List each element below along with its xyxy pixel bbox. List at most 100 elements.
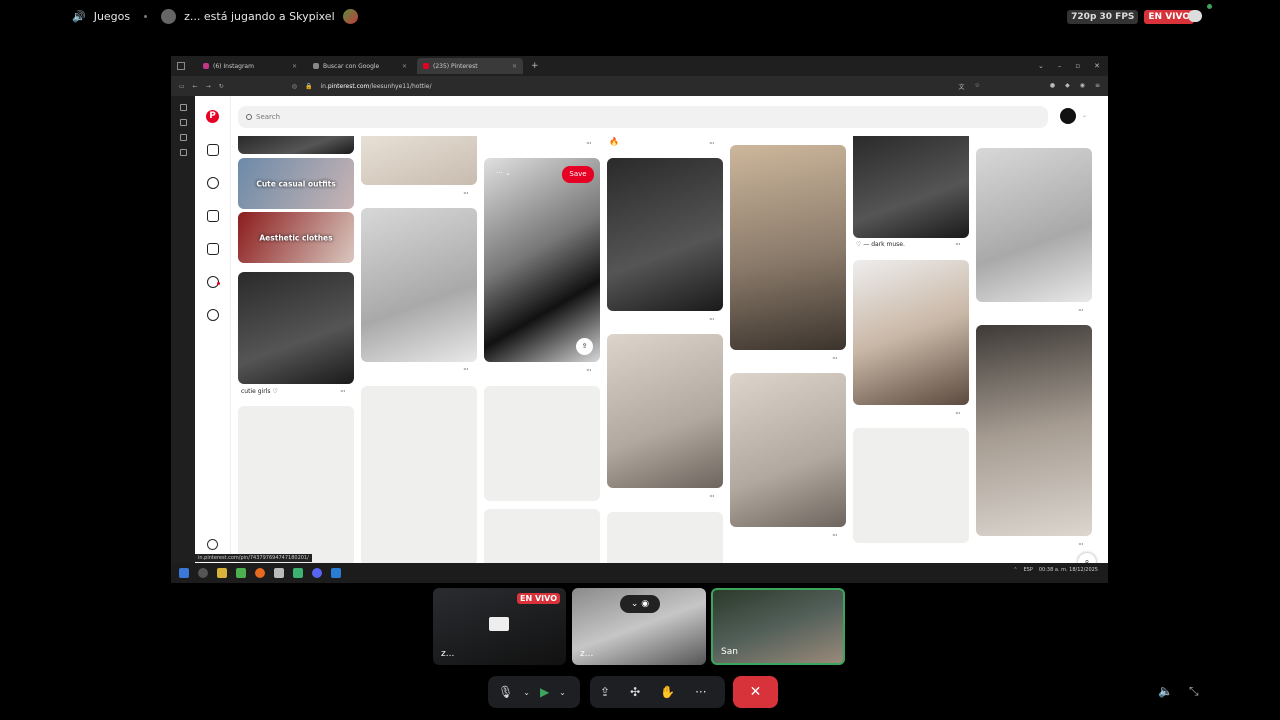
disconnect-button[interactable]: ✕ [733,676,778,708]
section-label[interactable]: Juegos [94,10,130,23]
pin-image[interactable] [607,158,723,311]
more-options-icon[interactable]: ··· [463,365,469,374]
maximize-icon[interactable]: ▫ [1075,62,1080,70]
reload-icon[interactable]: ↻ [219,83,224,90]
fullscreen-exit-icon[interactable]: ⤡ [1189,684,1199,699]
menu-icon[interactable]: ≡ [1095,82,1100,91]
sidebar-bookmark-icon[interactable] [179,149,187,156]
word-icon[interactable] [331,568,341,578]
minimize-icon[interactable]: – [1058,62,1062,70]
chevron-down-icon[interactable]: ⌄ [559,688,566,697]
search-icon[interactable] [198,568,208,578]
more-options-icon[interactable]: ··· [832,531,838,540]
pin-image[interactable] [976,325,1092,536]
close-window-icon[interactable]: ✕ [1094,62,1100,70]
chevron-down-icon[interactable]: ⌄ [1038,62,1044,70]
sidebar-ai-icon[interactable] [179,104,187,111]
more-options-icon[interactable]: ··· [340,387,346,396]
pin-image[interactable] [361,136,477,185]
firefox-icon[interactable] [255,568,265,578]
more-options-icon[interactable]: ··· [586,139,592,148]
pin-image[interactable] [238,136,354,154]
tab-instagram[interactable]: (6) Instagram ✕ [197,58,303,74]
discord-icon[interactable] [312,568,322,578]
pin-image[interactable] [976,148,1092,302]
sidebar-wallet-icon[interactable] [179,119,187,126]
participant-tile-speaking[interactable]: San [711,588,845,665]
more-options-icon[interactable]: ··· [463,189,469,198]
minecraft-icon[interactable] [293,568,303,578]
settings-icon[interactable] [207,539,218,550]
more-options-icon[interactable]: ··· [1078,540,1084,549]
search-input[interactable]: Search [238,106,1048,128]
xbox-icon[interactable] [236,568,246,578]
user-toggle-icon[interactable]: ⌄ ◉ [620,595,660,613]
pin-image[interactable] [853,136,969,238]
home-icon[interactable] [206,144,219,156]
lock-icon[interactable]: 🔒 [305,83,312,90]
extension-icon[interactable]: ● [1050,82,1055,91]
pin-image[interactable] [853,260,969,405]
browser-menu-icon[interactable] [177,62,185,70]
more-options-icon[interactable]: ··· [832,354,838,363]
share-icon[interactable]: ⇪ [576,338,593,355]
participant-tile[interactable]: ⌄ ◉ z... [572,588,706,665]
pin-image[interactable] [238,272,354,384]
board-card-aesthetic[interactable]: Aesthetic clothes [238,212,354,263]
close-icon[interactable]: ✕ [292,63,297,70]
chevron-down-icon[interactable]: ⌄ [1082,112,1087,119]
translate-icon[interactable]: 文 [958,82,964,91]
pin-image[interactable] [730,373,846,527]
volume-icon[interactable]: 🔈 [1158,684,1173,698]
pin-image[interactable] [607,334,723,488]
soundboard-icon[interactable]: ✋ [660,685,675,699]
star-icon[interactable]: ☆ [974,82,979,91]
microphone-icon[interactable]: 🎙 [498,685,513,699]
close-icon[interactable]: ✕ [402,63,407,70]
capcut-icon[interactable] [274,568,284,578]
pin-image-hovered[interactable] [484,158,600,362]
start-icon[interactable] [179,568,189,578]
profile-avatar[interactable] [1060,108,1076,124]
chat-icon[interactable] [1188,10,1202,22]
language-indicator[interactable]: ESP [1024,567,1033,573]
new-tab-icon[interactable]: + [531,61,539,71]
pinterest-logo-icon[interactable]: P [206,110,219,123]
account-icon[interactable]: ◉ [1080,82,1085,91]
more-options-icon[interactable]: ··· [709,492,715,501]
explore-icon[interactable] [206,177,219,189]
screen-share-icon[interactable]: ⇪ [600,685,610,699]
more-options-icon[interactable]: ··· [955,240,961,249]
folder-icon[interactable] [217,568,227,578]
chevron-down-icon[interactable]: ⌄ [523,688,530,697]
save-button[interactable]: Save [562,166,594,183]
puzzle-icon[interactable]: ◆ [1065,82,1070,91]
more-options-icon[interactable]: ··· [586,366,592,375]
tab-google[interactable]: Buscar con Google ✕ [307,58,413,74]
pin-image[interactable] [730,145,846,350]
sidebar-toggle-icon[interactable]: ▭ [179,83,185,90]
tab-pinterest[interactable]: (235) Pinterest ✕ [417,58,523,74]
create-icon[interactable] [206,243,219,255]
pin-menu-icon[interactable]: ··· ⌄ [496,169,511,177]
url-field[interactable]: in.pinterest.com/leesunhye11/hottie/ [321,83,432,90]
camera-icon[interactable]: ▶ [540,685,549,699]
chevron-up-icon[interactable]: ⌃ [1013,567,1017,573]
stream-tile[interactable]: EN VIVO z... [433,588,566,665]
boards-icon[interactable] [206,210,219,222]
more-options-icon[interactable]: ··· [695,685,706,699]
sidebar-history-icon[interactable] [179,134,187,141]
clock[interactable]: 00:38 a. m. 18/12/2025 [1039,567,1098,573]
more-options-icon[interactable]: ··· [1078,306,1084,315]
activities-icon[interactable]: ✣ [630,685,640,699]
close-icon[interactable]: ✕ [512,63,517,70]
more-options-icon[interactable]: ··· [709,315,715,324]
forward-icon[interactable]: → [206,83,211,90]
messages-icon[interactable] [206,309,219,321]
more-options-icon[interactable]: ··· [709,139,715,148]
pin-image[interactable] [361,208,477,362]
shield-icon[interactable]: ◎ [292,83,297,90]
board-card-casual[interactable]: Cute casual outfits [238,158,354,209]
more-options-icon[interactable]: ··· [955,409,961,418]
back-icon[interactable]: ← [193,83,198,90]
